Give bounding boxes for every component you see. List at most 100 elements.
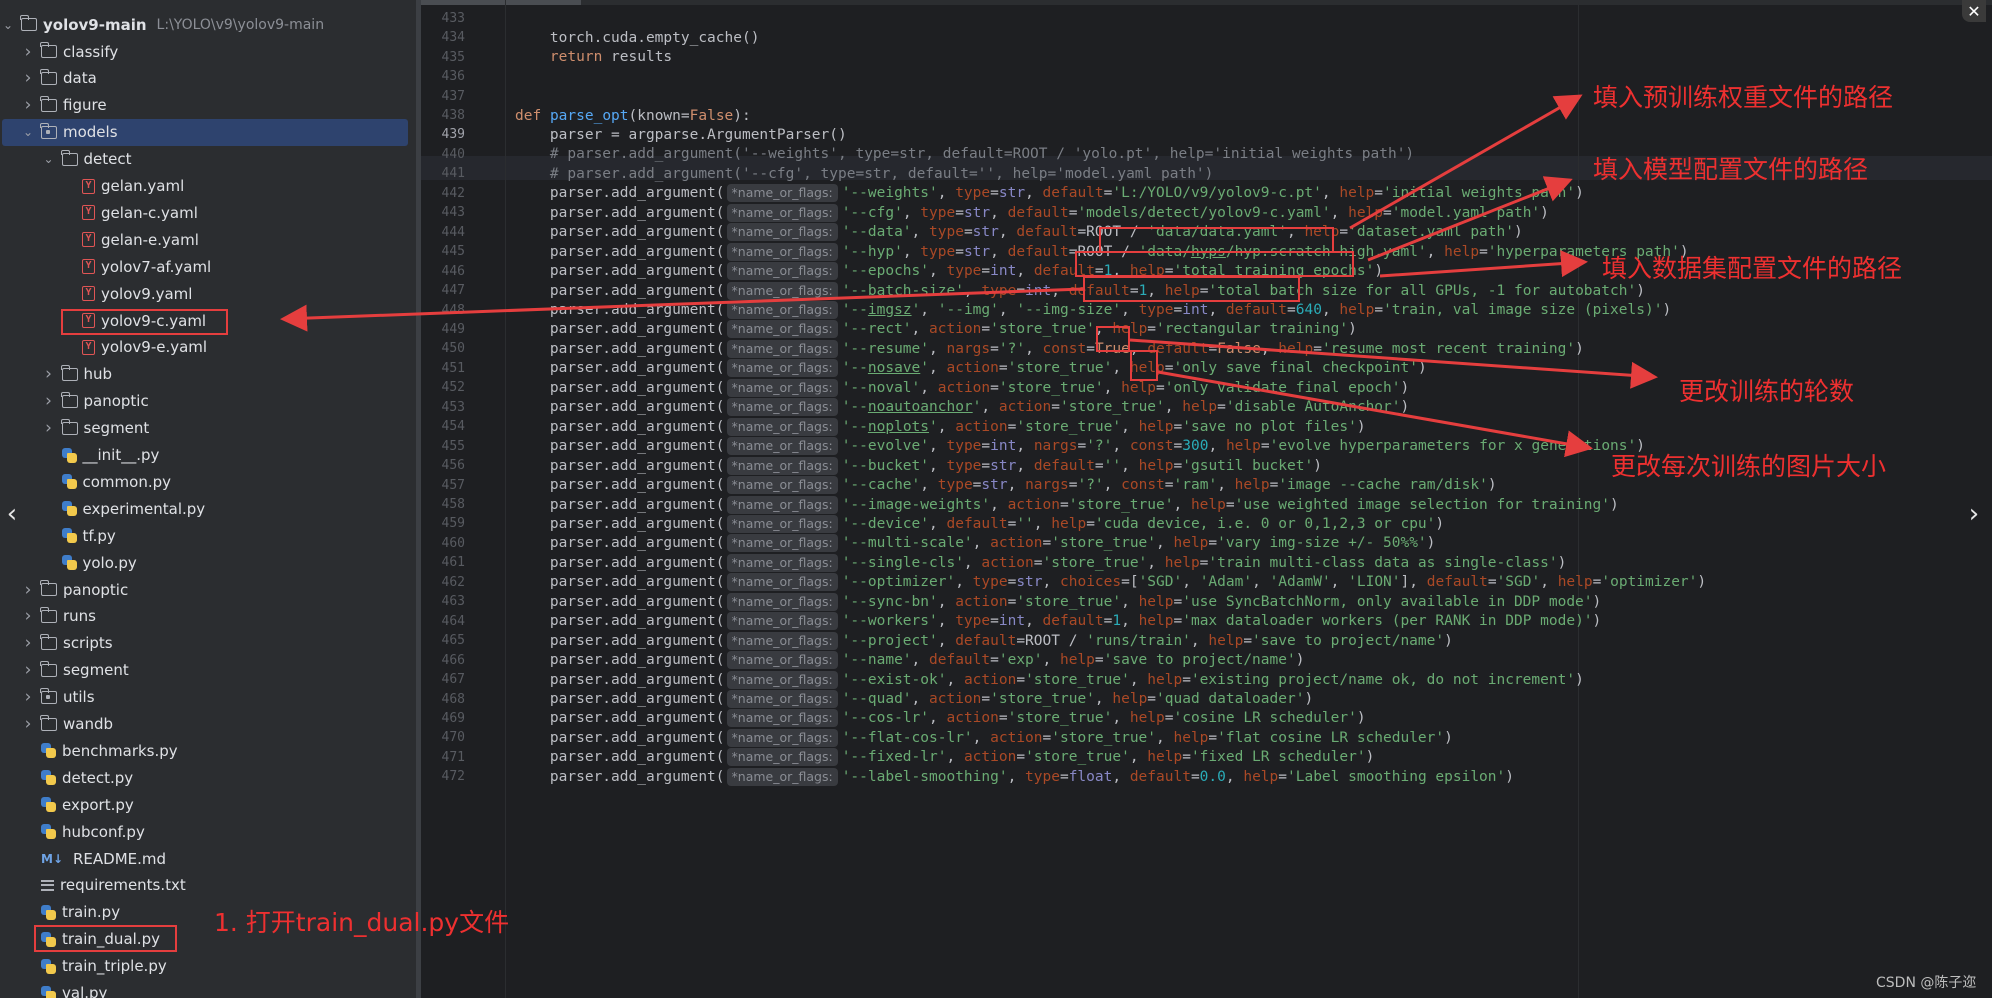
tree-item-val-py[interactable]: val.py — [0, 980, 416, 998]
tree-item-utils[interactable]: › utils — [0, 684, 416, 711]
tree-item-yolov9-yaml[interactable]: Yyolov9.yaml — [0, 280, 416, 307]
tree-item-requirements-txt[interactable]: requirements.txt — [0, 872, 416, 899]
tree-item-label: wandb — [63, 715, 114, 733]
code-line[interactable]: 472 parser.add_argument(*name_or_flags: '… — [421, 765, 1992, 790]
code-token: 1 — [1138, 282, 1148, 299]
tree-item-export-py[interactable]: export.py — [0, 791, 416, 818]
code-token: action — [990, 729, 1043, 746]
code-token: = — [1059, 768, 1069, 785]
chevron-right-icon[interactable]: › — [42, 391, 56, 411]
tree-item-runs[interactable]: › runs — [0, 603, 416, 630]
code-token: , — [990, 204, 1008, 221]
chevron-right-icon[interactable]: › — [21, 42, 35, 62]
tree-item-yolov9-e-yaml[interactable]: Yyolov9-e.yaml — [0, 334, 416, 361]
chevron-right-icon[interactable]: › — [21, 95, 35, 115]
note-dataset-config-path: 填入数据集配置文件的路径 — [1602, 254, 1903, 283]
chevron-right-icon[interactable]: › — [42, 364, 56, 384]
tree-item-figure[interactable]: › figure — [0, 92, 416, 119]
code-token: 'cuda device, i.e. 0 or 0,1,2,3 or cpu' — [1094, 515, 1436, 532]
code-token: const — [1129, 438, 1174, 455]
code-text: torch.cuda.empty_cache() — [515, 30, 760, 46]
tree-item-panoptic[interactable]: › panoptic — [0, 576, 416, 603]
tree-item-segment[interactable]: › segment — [0, 415, 416, 442]
code-token: , — [990, 243, 1008, 260]
code-token: 'store_true' — [998, 379, 1104, 396]
tree-item-train-triple-py[interactable]: train_triple.py — [0, 953, 416, 980]
tree-item-detect-py[interactable]: detect.py — [0, 764, 416, 791]
chevron-right-icon[interactable]: › — [21, 68, 35, 88]
tree-item-data[interactable]: › data — [0, 65, 416, 92]
tree-item-hubconf-py[interactable]: hubconf.py — [0, 818, 416, 845]
chevron-down-icon[interactable]: ⌄ — [42, 152, 56, 166]
code-token: 'store_true' — [1051, 729, 1157, 746]
tree-item-wandb[interactable]: › wandb — [0, 711, 416, 738]
code-token: , — [990, 496, 1008, 513]
code-token: , — [998, 302, 1017, 318]
tree-item-common-py[interactable]: common.py — [0, 468, 416, 495]
horizontal-scrollbar[interactable] — [421, 0, 1992, 5]
previous-image-button[interactable]: ‹ — [0, 497, 24, 531]
code-token: help — [1164, 554, 1200, 571]
tree-item-init-py[interactable]: __init__.py — [0, 442, 416, 469]
tree-item-experimental-py[interactable]: experimental.py — [0, 495, 416, 522]
code-token: int — [1182, 302, 1209, 318]
line-number: 445 — [441, 244, 465, 260]
tree-item-panoptic[interactable]: › panoptic — [0, 388, 416, 415]
line-number: 458 — [441, 497, 465, 512]
tree-item-gelan-yaml[interactable]: Ygelan.yaml — [0, 173, 416, 200]
tree-item-scripts[interactable]: › scripts — [0, 630, 416, 657]
tree-item-models[interactable]: ⌄ models — [2, 118, 408, 146]
code-token: const — [1121, 477, 1165, 494]
code-token: 'LION' — [1348, 574, 1401, 591]
code-token: 'models/detect/yolov9-c.yaml' — [1077, 204, 1331, 221]
tree-item-gelan-c-yaml[interactable]: Ygelan-c.yaml — [0, 199, 416, 226]
add-argument-call: parser.add_argument( — [515, 321, 725, 338]
chevron-right-icon[interactable]: › — [21, 606, 35, 626]
scrollbar-thumb[interactable] — [421, 0, 581, 5]
tree-item-benchmarks-py[interactable]: benchmarks.py — [0, 737, 416, 764]
code-token: float — [1068, 768, 1113, 785]
tree-item-tf-py[interactable]: tf.py — [0, 522, 416, 549]
code-token: ) — [1417, 360, 1427, 377]
code-token: 'vary img-size +/- 50%%' — [1217, 535, 1427, 552]
code-token: , — [937, 613, 956, 630]
code-token: default — [1033, 263, 1095, 280]
close-button[interactable]: ✕ — [1962, 0, 1986, 22]
code-token: ) — [1400, 399, 1410, 416]
chevron-right-icon[interactable]: › — [21, 714, 35, 734]
watermark: CSDN @陈子迩 — [1876, 975, 1977, 991]
next-image-button[interactable]: › — [1962, 497, 1986, 531]
tree-item-yolov9-c-yaml[interactable]: Yyolov9-c.yaml — [0, 307, 416, 334]
tree-item-readme-md[interactable]: M↓ README.md — [0, 845, 416, 872]
tree-item-hub[interactable]: › hub — [0, 361, 416, 388]
code-token: ' — [920, 360, 930, 377]
code-token: help — [1112, 691, 1148, 707]
chevron-right-icon[interactable]: › — [21, 633, 35, 653]
folder-icon — [60, 364, 78, 381]
code-token: '--flat-cos-lr' — [841, 729, 973, 746]
chevron-right-icon[interactable]: › — [42, 418, 56, 438]
chevron-down-icon[interactable]: ⌄ — [1, 18, 15, 32]
code-token: , — [1208, 302, 1226, 318]
code-token: str — [990, 457, 1017, 474]
chevron-down-icon[interactable]: ⌄ — [21, 125, 35, 139]
tree-item-yolo-py[interactable]: yolo.py — [0, 549, 416, 576]
line-number: 444 — [441, 224, 465, 240]
tree-root-yolov9-main[interactable]: ⌄ yolov9-main L:\YOLO\v9\yolov9-main — [0, 11, 416, 38]
code-token: '--sync-bn' — [841, 593, 938, 610]
code-token: = — [1007, 515, 1017, 532]
tree-item-yolov7-af-yaml[interactable]: Yyolov7-af.yaml — [0, 253, 416, 280]
tree-item-segment[interactable]: › segment — [0, 657, 416, 684]
chevron-right-icon[interactable]: › — [21, 580, 35, 600]
chevron-right-icon[interactable]: › — [21, 687, 35, 707]
chevron-right-icon[interactable]: › — [21, 660, 35, 680]
tree-item-detect[interactable]: ⌄ detect — [0, 146, 416, 173]
tree-item-gelan-e-yaml[interactable]: Ygelan-e.yaml — [0, 226, 416, 253]
add-argument-call: parser.add_argument( — [515, 243, 725, 260]
add-argument-call: parser.add_argument( — [515, 515, 725, 532]
code-token: , — [1147, 554, 1165, 571]
line-number: 442 — [441, 185, 465, 201]
code-token: str — [981, 477, 1008, 494]
tree-item-classify[interactable]: › classify — [0, 38, 416, 65]
